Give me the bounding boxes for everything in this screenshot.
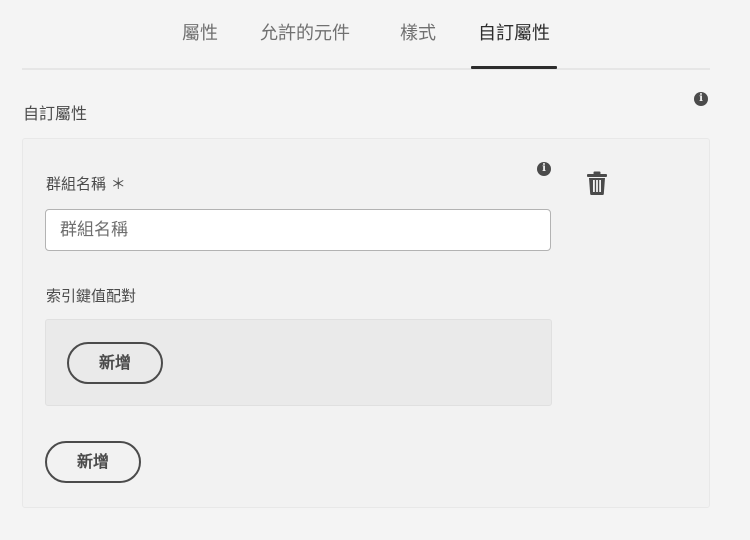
section-title: 自訂屬性 (23, 104, 88, 123)
info-icon[interactable]: i (537, 162, 551, 176)
tab-allowed-components[interactable]: 允許的元件 (260, 22, 350, 46)
add-group-button[interactable]: 新增 (45, 441, 141, 483)
group-name-label: 群組名稱 ＊ (46, 175, 126, 193)
tab-bar: 屬性 允許的元件 樣式 自訂屬性 (22, 0, 710, 70)
tab-styles[interactable]: 樣式 (400, 22, 436, 46)
info-icon[interactable]: i (694, 92, 708, 106)
key-value-pairs-label: 索引鍵值配對 (46, 287, 137, 305)
tab-custom-properties[interactable]: 自訂屬性 (478, 22, 550, 46)
group-name-input[interactable] (45, 209, 551, 251)
page: 屬性 允許的元件 樣式 自訂屬性 自訂屬性 i 群組名稱 ＊ i 索引鍵值配對 … (0, 0, 750, 540)
trash-icon[interactable] (587, 171, 607, 195)
active-tab-indicator (471, 66, 557, 69)
add-key-value-button[interactable]: 新增 (67, 342, 163, 384)
tab-properties[interactable]: 屬性 (182, 22, 218, 46)
